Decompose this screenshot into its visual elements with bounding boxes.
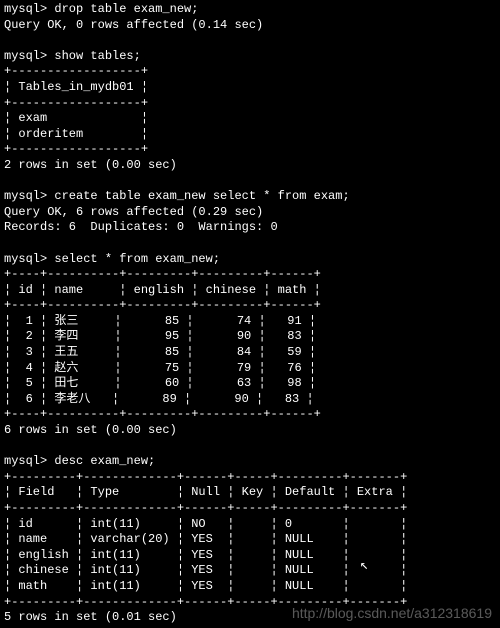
terminal-output: mysql> drop table exam_new; Query OK, 0 …: [0, 0, 500, 628]
